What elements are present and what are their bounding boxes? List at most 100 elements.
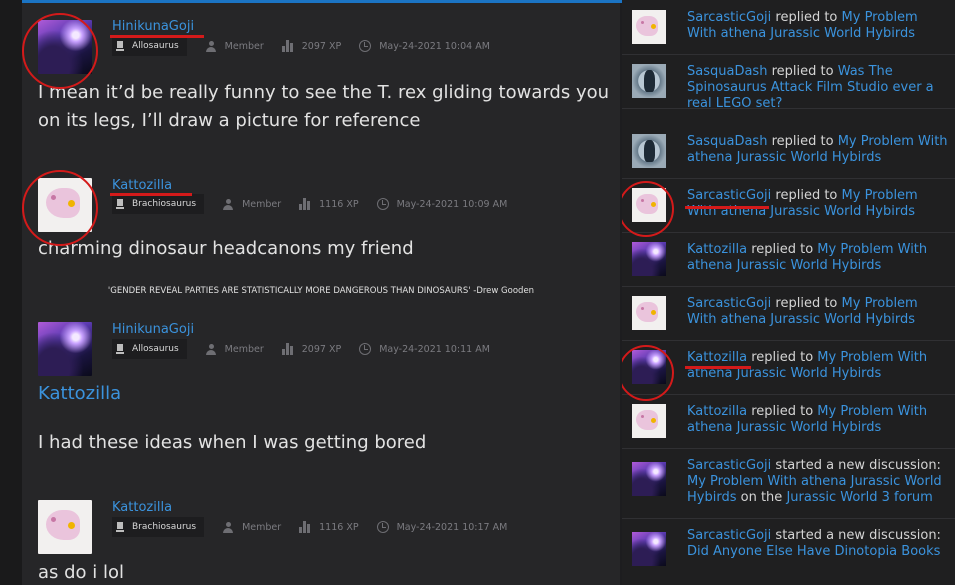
activity-item[interactable]: Kattozilla replied to My Problem With at… xyxy=(622,340,955,395)
left-gutter xyxy=(0,0,22,585)
post-body-line: I had these ideas when I was getting bor… xyxy=(38,432,427,453)
activity-text: Kattozilla replied to My Problem With at… xyxy=(687,404,949,436)
xp-label: 2097 XP xyxy=(301,343,342,355)
post-meta: Allosaurus Member 2097 XP May-24-2021 10… xyxy=(112,339,490,359)
post-body-line: on its legs, I’ll draw a picture for ref… xyxy=(38,110,421,131)
role-item: Member xyxy=(222,521,281,533)
activity-text: SasquaDash replied to Was The Spinosauru… xyxy=(687,64,949,112)
role-label: Member xyxy=(224,343,264,355)
activity-item[interactable]: SasquaDash replied to Was The Spinosauru… xyxy=(622,54,955,112)
activity-forum-link[interactable]: Jurassic World 3 forum xyxy=(786,490,932,505)
user-mention-link[interactable]: Kattozilla xyxy=(38,383,121,404)
rank-label: Allosaurus xyxy=(132,344,179,354)
activity-user-link[interactable]: SasquaDash xyxy=(687,64,767,79)
activity-user-link[interactable]: SarcasticGoji xyxy=(687,10,771,25)
activity-item[interactable]: SarcasticGoji started a new discussion: … xyxy=(622,448,955,519)
activity-text: SarcasticGoji replied to My Problem With… xyxy=(687,188,949,220)
thread-panel: HinikunaGoji Allosaurus Member 2097 XP M… xyxy=(22,3,620,585)
timestamp-link[interactable]: May-24-2021 10:11 AM xyxy=(379,344,490,355)
activity-connector: on the xyxy=(740,490,783,505)
activity-item[interactable]: SasquaDash replied to My Problem With at… xyxy=(622,124,955,179)
role-label: Member xyxy=(242,198,282,210)
rank-label: Brachiosaurus xyxy=(132,522,197,532)
activity-text: Kattozilla replied to My Problem With at… xyxy=(687,242,949,274)
rank-icon xyxy=(116,343,124,355)
avatar[interactable] xyxy=(632,350,666,384)
post-body: as do i lol xyxy=(38,559,124,585)
post-body-line: charming dinosaur headcanons my friend xyxy=(38,238,414,259)
activity-action: started a new discussion: xyxy=(775,458,941,473)
activity-item[interactable]: SarcasticGoji replied to My Problem With… xyxy=(622,178,955,233)
activity-text: SarcasticGoji started a new discussion: … xyxy=(687,458,949,506)
post: Kattozilla Brachiosaurus Member 1116 XP … xyxy=(22,3,620,583)
avatar[interactable] xyxy=(632,404,666,438)
user-icon xyxy=(222,198,234,210)
post-body-line: as do i lol xyxy=(38,562,125,583)
activity-text: SarcasticGoji replied to My Problem With… xyxy=(687,296,949,328)
post-username[interactable]: Kattozilla xyxy=(112,178,172,193)
activity-user-link[interactable]: SasquaDash xyxy=(687,134,767,149)
activity-item[interactable]: Kattozilla replied to My Problem With at… xyxy=(622,232,955,287)
rank-badge: Brachiosaurus xyxy=(112,194,205,214)
activity-action: replied to xyxy=(775,188,838,203)
rank-icon xyxy=(116,521,124,533)
activity-action: replied to xyxy=(775,296,838,311)
activity-action: replied to xyxy=(751,242,814,257)
post-username[interactable]: Kattozilla xyxy=(112,500,172,515)
activity-text: Kattozilla replied to My Problem With at… xyxy=(687,350,949,382)
timestamp-item: May-24-2021 10:11 AM xyxy=(359,343,490,355)
activity-user-link[interactable]: SarcasticGoji xyxy=(687,188,771,203)
activity-item[interactable]: SarcasticGoji started a new discussion: … xyxy=(622,518,955,585)
activity-text: SarcasticGoji replied to My Problem With… xyxy=(687,10,949,42)
bar-chart-icon xyxy=(281,343,294,355)
avatar[interactable] xyxy=(38,178,92,232)
activity-user-link[interactable]: SarcasticGoji xyxy=(687,296,771,311)
avatar[interactable] xyxy=(38,500,92,554)
avatar[interactable] xyxy=(38,322,92,376)
avatar[interactable] xyxy=(632,188,666,222)
role-label: Member xyxy=(242,521,282,533)
user-icon xyxy=(205,343,217,355)
post-body: I had these ideas when I was getting bor… xyxy=(38,429,426,457)
activity-item[interactable]: SarcasticGoji replied to My Problem With… xyxy=(622,0,955,55)
activity-feed: SarcasticGoji replied to My Problem With… xyxy=(622,0,955,585)
activity-text: SarcasticGoji started a new discussion: … xyxy=(687,528,949,560)
clock-icon xyxy=(359,343,372,355)
activity-user-link[interactable]: Kattozilla xyxy=(687,350,747,365)
rank-badge: Brachiosaurus xyxy=(112,517,205,537)
avatar[interactable] xyxy=(632,242,666,276)
activity-action: replied to xyxy=(771,134,834,149)
xp-item: 2097 XP xyxy=(281,343,342,355)
xp-item: 1116 XP xyxy=(299,521,359,533)
activity-text: SasquaDash replied to My Problem With at… xyxy=(687,134,949,166)
avatar[interactable] xyxy=(632,296,666,330)
activity-discussion-link[interactable]: Did Anyone Else Have Dinotopia Books xyxy=(687,544,940,559)
activity-item[interactable]: Kattozilla replied to My Problem With at… xyxy=(622,394,955,449)
rank-badge: Allosaurus xyxy=(112,339,187,359)
xp-label: 1116 XP xyxy=(319,198,359,210)
activity-user-link[interactable]: Kattozilla xyxy=(687,242,747,257)
post-meta: Brachiosaurus Member 1116 XP May-24-2021… xyxy=(112,517,507,537)
avatar[interactable] xyxy=(632,532,666,566)
avatar[interactable] xyxy=(632,64,666,98)
activity-user-link[interactable]: SarcasticGoji xyxy=(687,528,771,543)
user-icon xyxy=(222,521,234,533)
post-body-line: I mean it’d be really funny to see the T… xyxy=(38,82,610,103)
avatar[interactable] xyxy=(632,10,666,44)
bar-chart-icon xyxy=(299,198,311,210)
activity-action: replied to xyxy=(775,10,838,25)
timestamp-link[interactable]: May-24-2021 10:09 AM xyxy=(397,199,508,210)
clock-icon xyxy=(376,198,389,210)
post-meta: Brachiosaurus Member 1116 XP May-24-2021… xyxy=(112,194,507,214)
activity-item[interactable]: SarcasticGoji replied to My Problem With… xyxy=(622,286,955,341)
avatar[interactable] xyxy=(632,462,666,496)
activity-action: replied to xyxy=(751,404,814,419)
rank-label: Brachiosaurus xyxy=(132,199,197,209)
timestamp-item: May-24-2021 10:17 AM xyxy=(376,521,508,533)
post-username[interactable]: HinikunaGoji xyxy=(112,322,194,337)
post-body: I mean it’d be really funny to see the T… xyxy=(38,79,609,135)
activity-user-link[interactable]: SarcasticGoji xyxy=(687,458,771,473)
timestamp-link[interactable]: May-24-2021 10:17 AM xyxy=(397,522,508,533)
avatar[interactable] xyxy=(632,134,666,168)
activity-user-link[interactable]: Kattozilla xyxy=(687,404,747,419)
